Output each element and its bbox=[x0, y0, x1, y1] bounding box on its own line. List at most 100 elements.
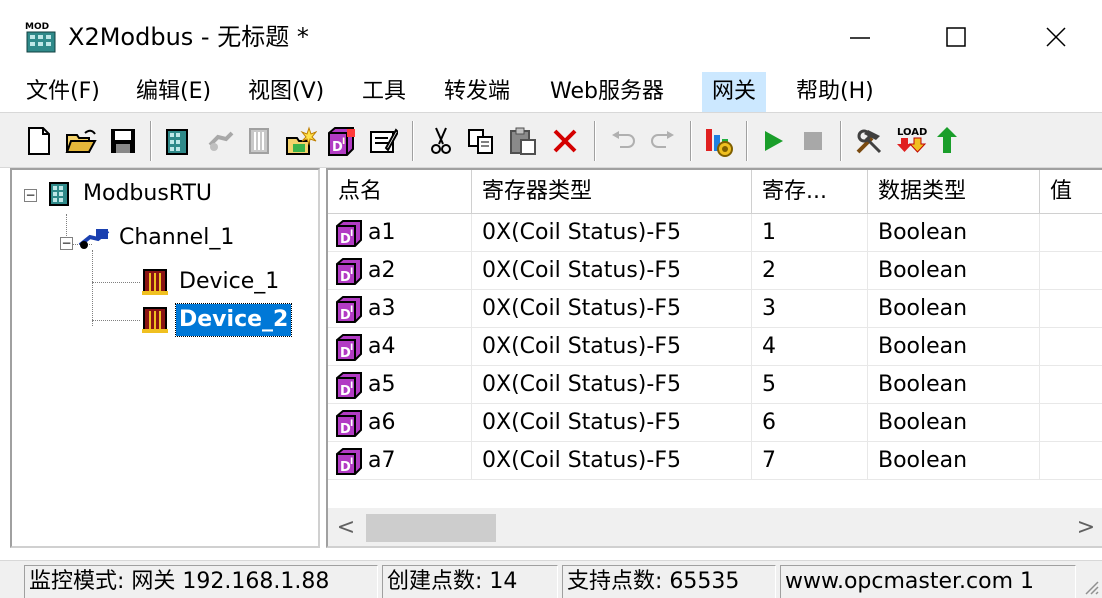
cell-name: D Ia6 bbox=[328, 404, 472, 442]
cell-value bbox=[1040, 252, 1102, 290]
tag-list: 点名 寄存器类型 寄存... 数据类型 值 D Ia1 0X(Coil Status… bbox=[326, 168, 1102, 548]
table-row[interactable]: D Ia5 0X(Coil Status)-F5 5 Boolean bbox=[328, 366, 1102, 404]
status-bar: 监控模式: 网关 192.168.1.88 创建点数: 14 支持点数: 655… bbox=[0, 560, 1102, 598]
tag-name-label: a4 bbox=[368, 333, 396, 359]
tools-button[interactable] bbox=[852, 123, 886, 159]
add-tag-icon: DI bbox=[328, 127, 355, 156]
run-button[interactable] bbox=[756, 123, 790, 159]
cell-name: D Ia2 bbox=[328, 252, 472, 290]
tree-root-modbusrtu[interactable]: ModbusRTU bbox=[44, 176, 215, 212]
tree-device-1-label: Device_1 bbox=[179, 269, 280, 294]
cell-register: 7 bbox=[752, 442, 868, 480]
redo-icon bbox=[651, 131, 674, 148]
properties-button[interactable] bbox=[366, 123, 400, 159]
menu-file[interactable]: 文件(F) bbox=[16, 72, 110, 112]
tag-icon: DI bbox=[336, 371, 362, 399]
load-button[interactable]: LOAD bbox=[894, 123, 928, 159]
cell-data-type: Boolean bbox=[868, 366, 1040, 404]
status-supported-count: 支持点数: 65535 bbox=[562, 565, 776, 598]
column-header-register[interactable]: 寄存... bbox=[752, 170, 868, 214]
horizontal-scrollbar[interactable]: < > bbox=[328, 508, 1102, 546]
menu-edit[interactable]: 编辑(E) bbox=[126, 72, 221, 112]
menu-help[interactable]: 帮助(H) bbox=[786, 72, 884, 112]
menu-gateway[interactable]: 网关 bbox=[702, 72, 767, 112]
redo-button[interactable] bbox=[646, 123, 680, 159]
load-icon: LOAD bbox=[897, 127, 927, 153]
tag-icon: DI bbox=[336, 333, 362, 361]
close-button[interactable] bbox=[1016, 12, 1096, 62]
tree-item-device-1[interactable]: Device_1 bbox=[140, 264, 282, 300]
menu-view[interactable]: 视图(V) bbox=[238, 72, 334, 112]
root-collapse-toggle[interactable]: − bbox=[24, 189, 37, 202]
table-row[interactable]: D Ia7 0X(Coil Status)-F5 7 Boolean bbox=[328, 442, 1102, 480]
channel-collapse-toggle[interactable]: − bbox=[60, 237, 73, 250]
scroll-left-button[interactable]: < bbox=[328, 508, 364, 546]
tag-name-label: a2 bbox=[368, 257, 396, 283]
tree-channel-label: Channel_1 bbox=[119, 225, 235, 250]
cut-button[interactable] bbox=[424, 123, 458, 159]
monitor-icon bbox=[706, 129, 733, 157]
column-header-value[interactable]: 值 bbox=[1040, 170, 1102, 214]
tag-name-label: a3 bbox=[368, 295, 396, 321]
resize-grip[interactable] bbox=[1080, 576, 1100, 596]
svg-text:I: I bbox=[350, 305, 353, 315]
undo-icon bbox=[612, 131, 635, 148]
scroll-thumb[interactable] bbox=[366, 514, 496, 542]
tree-item-channel-1[interactable]: Channel_1 bbox=[78, 220, 237, 256]
cell-value bbox=[1040, 404, 1102, 442]
svg-text:I: I bbox=[350, 381, 353, 391]
window-title: X2Modbus - 无标题 * bbox=[68, 23, 309, 51]
upload-icon bbox=[937, 127, 957, 153]
channel-icon bbox=[78, 229, 110, 249]
paste-button[interactable] bbox=[506, 123, 540, 159]
column-header-register-type[interactable]: 寄存器类型 bbox=[472, 170, 752, 214]
tag-name-label: a7 bbox=[368, 447, 396, 473]
table-row[interactable]: D Ia1 0X(Coil Status)-F5 1 Boolean bbox=[328, 214, 1102, 252]
tree-device-2-label: Device_2 bbox=[174, 303, 293, 337]
upload-button[interactable] bbox=[930, 123, 964, 159]
menu-tools[interactable]: 工具 bbox=[352, 72, 416, 112]
scroll-right-button[interactable]: > bbox=[1068, 508, 1102, 546]
delete-button[interactable] bbox=[548, 123, 582, 159]
open-button[interactable] bbox=[64, 123, 98, 159]
add-tag-button[interactable]: DI bbox=[324, 123, 358, 159]
table-row[interactable]: D Ia2 0X(Coil Status)-F5 2 Boolean bbox=[328, 252, 1102, 290]
tag-icon: DI bbox=[336, 257, 362, 285]
cell-data-type: Boolean bbox=[868, 328, 1040, 366]
stop-button[interactable] bbox=[796, 123, 830, 159]
save-button[interactable] bbox=[106, 123, 140, 159]
menu-web-server[interactable]: Web服务器 bbox=[540, 72, 674, 112]
tools-icon bbox=[856, 129, 882, 154]
new-file-icon bbox=[28, 127, 50, 155]
table-row[interactable]: D Ia3 0X(Coil Status)-F5 3 Boolean bbox=[328, 290, 1102, 328]
monitor-button[interactable] bbox=[702, 123, 736, 159]
tag-name-label: a6 bbox=[368, 409, 396, 435]
tree-item-device-2[interactable]: Device_2 bbox=[140, 302, 293, 338]
tag-icon: DI bbox=[336, 409, 362, 437]
minimize-button[interactable] bbox=[820, 12, 900, 62]
copy-icon bbox=[468, 129, 493, 154]
add-device-button[interactable] bbox=[204, 123, 238, 159]
run-icon bbox=[765, 131, 783, 151]
add-channel-button[interactable] bbox=[160, 123, 194, 159]
tag-icon: DI bbox=[336, 447, 362, 475]
cell-register-type: 0X(Coil Status)-F5 bbox=[472, 290, 752, 328]
new-file-button[interactable] bbox=[22, 123, 56, 159]
column-header-data-type[interactable]: 数据类型 bbox=[868, 170, 1040, 214]
cell-register: 4 bbox=[752, 328, 868, 366]
table-row[interactable]: D Ia4 0X(Coil Status)-F5 4 Boolean bbox=[328, 328, 1102, 366]
tag-name-label: a1 bbox=[368, 219, 396, 245]
delete-icon bbox=[553, 129, 577, 153]
maximize-button[interactable] bbox=[916, 12, 996, 62]
column-header-name[interactable]: 点名 bbox=[328, 170, 472, 214]
device-props-button[interactable] bbox=[242, 123, 276, 159]
toolbar: DI LOAD bbox=[0, 112, 1102, 168]
table-row[interactable]: D Ia6 0X(Coil Status)-F5 6 Boolean bbox=[328, 404, 1102, 442]
undo-button[interactable] bbox=[606, 123, 640, 159]
new-group-button[interactable] bbox=[284, 123, 318, 159]
menu-forwarder[interactable]: 转发端 bbox=[434, 72, 520, 112]
cell-value bbox=[1040, 442, 1102, 480]
tag-icon: DI bbox=[336, 295, 362, 323]
cell-register: 5 bbox=[752, 366, 868, 404]
copy-button[interactable] bbox=[464, 123, 498, 159]
